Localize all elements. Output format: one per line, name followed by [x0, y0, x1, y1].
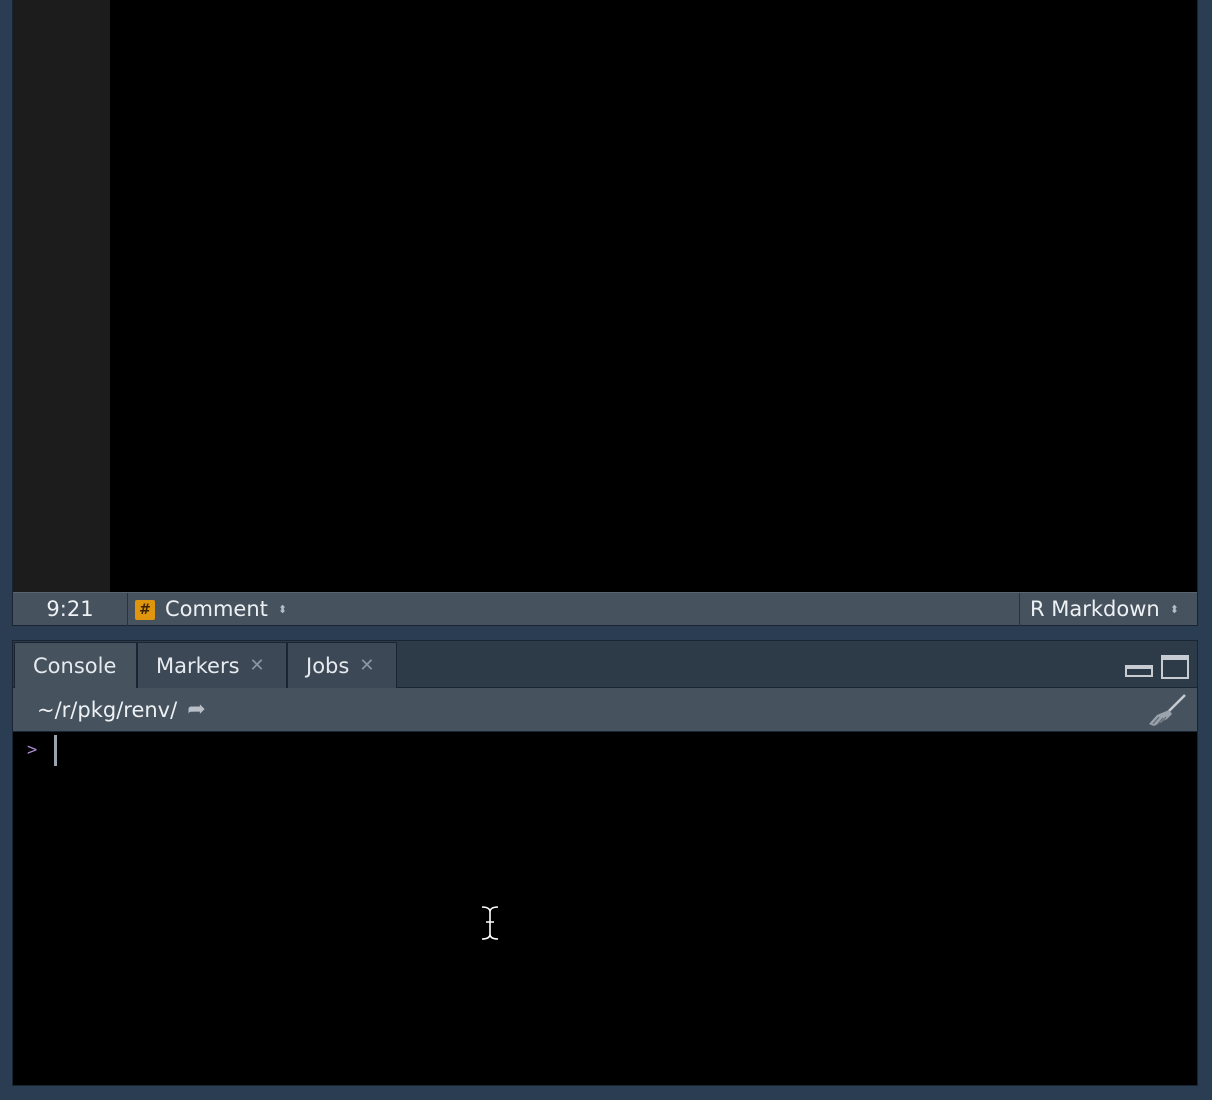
cursor-position: 9:21 — [13, 593, 128, 626]
editor-text-area[interactable] — [110, 0, 1197, 592]
comment-hash-icon: # — [135, 599, 155, 620]
console-output-area[interactable]: > — [13, 732, 1197, 1085]
goto-directory-icon[interactable]: ➦ — [187, 688, 205, 732]
updown-arrows-icon: ⬍ — [1169, 602, 1179, 616]
document-type-label: R Markdown — [1030, 597, 1160, 621]
minimize-pane-icon[interactable] — [1125, 665, 1153, 677]
document-type-selector[interactable]: R Markdown ⬍ — [1019, 593, 1197, 626]
tab-console[interactable]: Console — [14, 642, 137, 688]
scope-label: Comment — [165, 597, 268, 621]
close-icon[interactable]: ✕ — [359, 644, 374, 688]
tab-jobs-label: Jobs — [306, 653, 350, 678]
text-caret — [54, 735, 57, 766]
tab-jobs[interactable]: Jobs ✕ — [287, 642, 397, 688]
tab-console-label: Console — [33, 653, 117, 678]
tab-markers[interactable]: Markers ✕ — [137, 642, 287, 688]
source-editor-pane: 9:21 # Comment ⬍ R Markdown ⬍ — [12, 0, 1198, 626]
line-number-gutter — [13, 0, 110, 592]
scope-selector[interactable]: # Comment ⬍ — [135, 593, 290, 626]
console-pane: Console Markers ✕ Jobs ✕ ~/r/pkg/renv/ ➦… — [12, 640, 1198, 1086]
ibeam-cursor-icon — [481, 905, 499, 941]
pane-window-controls — [1125, 655, 1189, 679]
tab-markers-label: Markers — [156, 653, 240, 678]
working-directory: ~/r/pkg/renv/ — [37, 697, 178, 722]
console-tab-strip: Console Markers ✕ Jobs ✕ — [13, 641, 1197, 688]
close-icon[interactable]: ✕ — [250, 644, 265, 688]
console-prompt: > — [27, 740, 38, 760]
clear-console-broom-icon[interactable] — [1147, 693, 1187, 727]
updown-arrows-icon: ⬍ — [277, 602, 288, 616]
maximize-pane-icon[interactable] — [1161, 655, 1189, 679]
editor-status-bar: 9:21 # Comment ⬍ R Markdown ⬍ — [13, 592, 1197, 626]
console-path-bar: ~/r/pkg/renv/ ➦ — [13, 688, 1197, 732]
